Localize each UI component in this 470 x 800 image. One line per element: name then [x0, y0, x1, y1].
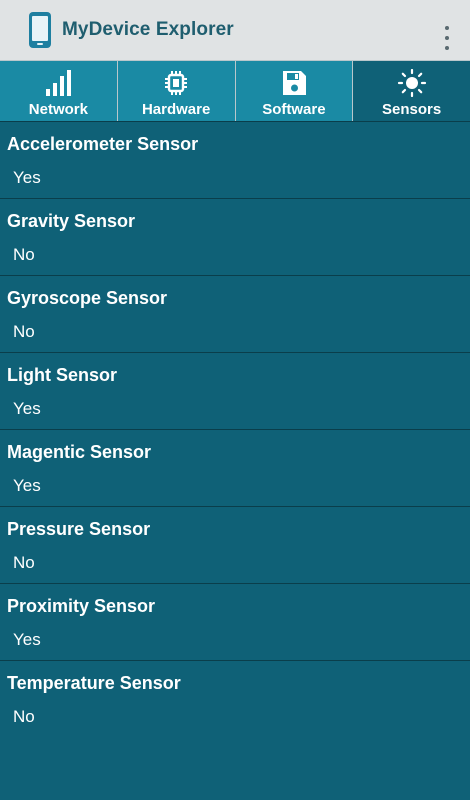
sensor-name: Gravity Sensor [7, 211, 136, 231]
overflow-menu-icon[interactable] [442, 26, 452, 50]
sensor-name: Light Sensor [7, 365, 118, 385]
sensor-value: No [13, 707, 35, 726]
tab-label: Sensors [382, 101, 442, 118]
sensor-value: No [13, 322, 35, 341]
sensor-name: Magentic Sensor [7, 442, 152, 462]
sensor-list: Accelerometer Sensor Yes Gravity Sensor … [0, 122, 470, 738]
sensor-name: Proximity Sensor [7, 596, 156, 616]
list-item[interactable]: Light Sensor Yes [0, 353, 470, 430]
sensor-value: Yes [13, 168, 41, 187]
sensor-value: No [13, 553, 35, 572]
sensor-name: Pressure Sensor [7, 519, 151, 539]
sensor-value: Yes [13, 399, 41, 418]
action-bar: MyDevice Explorer [0, 0, 470, 60]
tab-bar: Network Hardware Software Sensors [0, 60, 470, 122]
chip-icon [165, 71, 188, 95]
app-root: MyDevice Explorer Network Hardware Softw… [0, 0, 470, 800]
tab-label: Network [28, 101, 88, 118]
app-title: MyDevice Explorer [62, 19, 234, 40]
list-item[interactable]: Accelerometer Sensor Yes [0, 122, 470, 199]
sensor-value: Yes [13, 476, 41, 495]
sensor-name: Temperature Sensor [7, 673, 181, 693]
list-item[interactable]: Gyroscope Sensor No [0, 276, 470, 353]
phone-icon [29, 12, 51, 48]
sensor-name: Accelerometer Sensor [7, 134, 199, 154]
tab-sensors[interactable]: Sensors [353, 61, 470, 121]
sensor-value: Yes [13, 630, 41, 649]
sun-icon [397, 69, 426, 97]
sensor-name: Gyroscope Sensor [7, 288, 168, 308]
tab-label: Hardware [141, 101, 211, 118]
tab-label: Software [262, 101, 326, 118]
list-item[interactable]: Temperature Sensor No [0, 661, 470, 738]
floppy-disk-icon [282, 71, 306, 95]
list-item[interactable]: Magentic Sensor Yes [0, 430, 470, 507]
list-item[interactable]: Proximity Sensor Yes [0, 584, 470, 661]
tab-hardware[interactable]: Hardware [117, 61, 236, 121]
tab-software[interactable]: Software [235, 61, 354, 121]
list-item[interactable]: Pressure Sensor No [0, 507, 470, 584]
list-item[interactable]: Gravity Sensor No [0, 199, 470, 276]
signal-bars-icon [46, 70, 72, 96]
sensor-value: No [13, 245, 35, 264]
tab-network[interactable]: Network [0, 61, 118, 121]
